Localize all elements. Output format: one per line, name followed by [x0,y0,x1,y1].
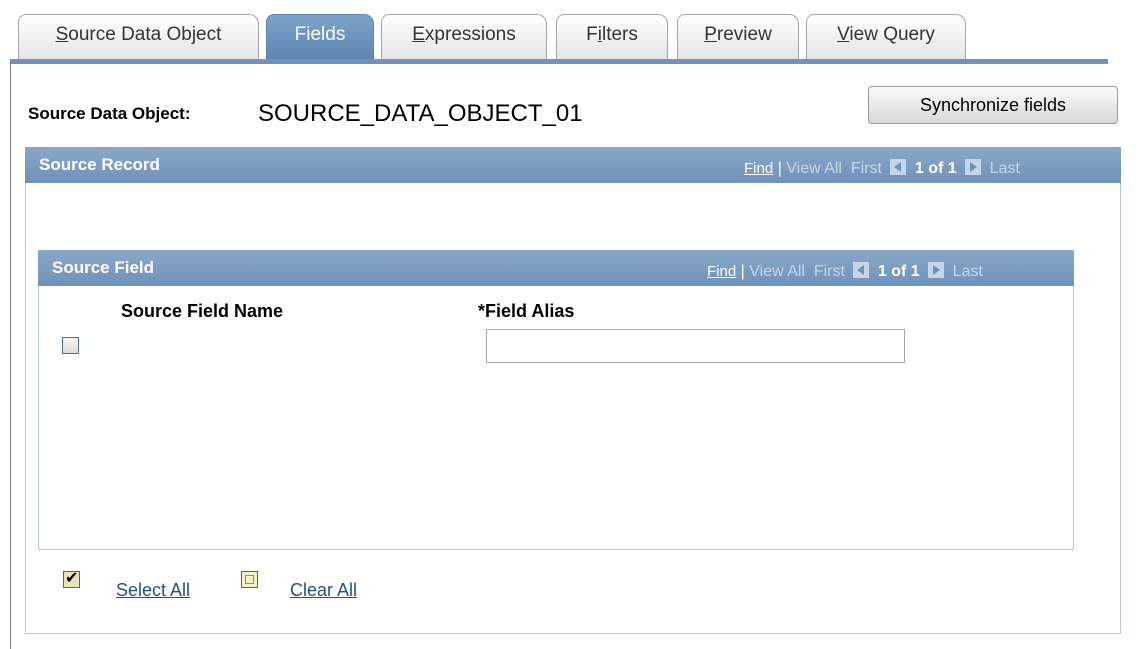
field-alias-input[interactable] [486,329,905,363]
select-all-checkbox-icon[interactable] [63,568,80,588]
source-field-last: Last [952,263,983,280]
page-left-border [10,60,11,649]
source-record-first: First [850,160,882,177]
tab-view-query[interactable]: View Query [806,14,966,60]
column-header-source-field-name: Source Field Name [121,301,284,321]
previous-arrow-icon[interactable] [890,159,907,175]
source-field-grid [38,250,1074,550]
tab-preview[interactable]: Preview [677,14,799,60]
source-field-title: Source Field [52,258,155,277]
tab-label-rest: iew Query [849,24,935,45]
column-header-field-alias: *Field Alias [478,301,575,321]
tab-label-pre: F [586,24,598,45]
source-field-navigation: Find | View All First 1 of 1 Last [707,262,983,281]
next-arrow-icon[interactable] [965,159,982,175]
nav-separator: | [740,263,745,280]
source-record-view-all: View All [786,160,842,177]
source-record-navigation: Find | View All First 1 of 1 Last [744,159,1020,178]
tab-label-accesskey: S [55,24,69,45]
tab-label-accesskey: V [837,24,850,45]
source-record-header: Source Record Find | View All First 1 of… [25,147,1121,183]
next-arrow-icon[interactable] [928,262,945,278]
row-select-checkbox[interactable] [62,337,79,354]
source-record-count: 1 of 1 [914,160,957,177]
tab-label-accesskey: E [412,24,425,45]
source-field-find-link[interactable]: Find [707,263,736,280]
clear-all-checkbox-icon[interactable] [241,571,258,588]
tab-expressions[interactable]: Expressions [381,14,547,60]
source-field-view-all: View All [749,263,805,280]
tab-filters[interactable]: Filters [556,14,668,60]
source-data-object-value: SOURCE_DATA_OBJECT_01 [258,100,583,127]
nav-separator: | [777,160,782,177]
tab-label-rest: xpressions [424,24,516,45]
tab-strip-underline [10,59,1108,64]
source-field-first: First [813,263,845,280]
source-field-count: 1 of 1 [877,263,920,280]
tab-source-data-object[interactable]: Source Data Object [18,14,259,60]
select-all-link[interactable]: Select All [116,580,190,601]
tab-label-rest: lters [601,24,638,45]
source-record-last: Last [989,160,1020,177]
source-data-object-label: Source Data Object: [28,104,191,123]
clear-all-link[interactable]: Clear All [290,580,357,601]
tab-label: Fields [294,24,346,45]
tab-label-rest: ource Data Object [68,24,222,45]
tab-label-rest: review [716,24,772,45]
tab-fields[interactable]: Fields [266,14,374,62]
synchronize-fields-button[interactable]: Synchronize fields [868,86,1118,124]
source-field-header: Source Field Find | View All First 1 of … [38,250,1074,286]
source-record-find-link[interactable]: Find [744,160,773,177]
previous-arrow-icon[interactable] [853,262,870,278]
source-record-title: Source Record [39,155,160,174]
tab-label-accesskey: P [704,24,717,45]
